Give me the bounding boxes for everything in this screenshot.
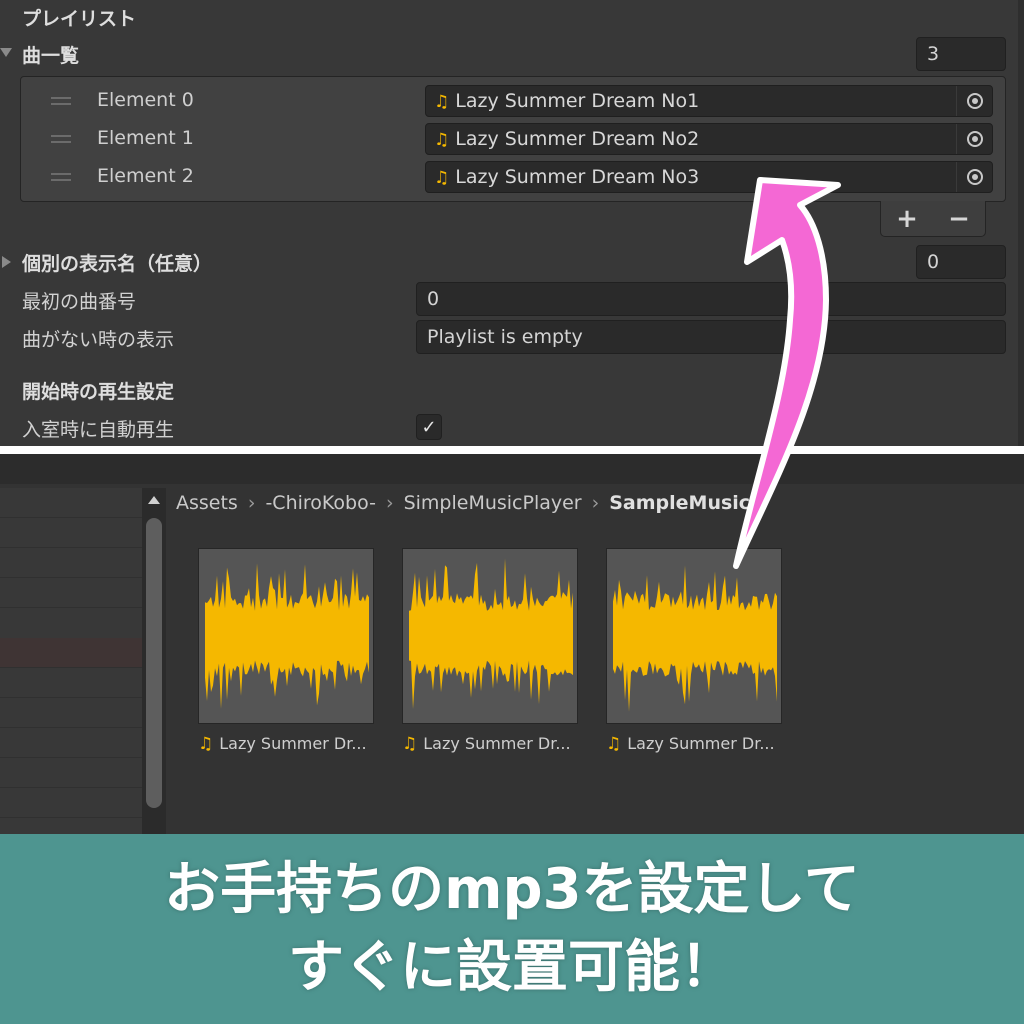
foldout-expanded-icon[interactable] — [0, 48, 12, 57]
first-track-field[interactable]: 0 — [416, 282, 1006, 316]
list-add-remove-footer: + − — [880, 201, 986, 237]
tree-row[interactable] — [0, 698, 142, 728]
asset-label: Lazy Summer Dr... — [219, 734, 367, 753]
music-note-icon: ♫ — [434, 130, 450, 150]
autoplay-checkbox[interactable]: ✓ — [416, 414, 442, 440]
songs-count-field[interactable]: 3 — [916, 37, 1006, 71]
element-label: Element 0 — [97, 89, 194, 111]
audio-asset-tile[interactable]: ♫ Lazy Summer Dr... — [402, 548, 578, 754]
audio-clip-field[interactable]: ♫ Lazy Summer Dream No1 — [425, 85, 993, 117]
foldout-collapsed-icon[interactable] — [2, 256, 11, 268]
drag-handle-icon[interactable] — [51, 97, 71, 105]
object-picker-button[interactable] — [956, 86, 992, 116]
audio-clip-name: Lazy Summer Dream No2 — [455, 128, 700, 150]
audio-clip-field[interactable]: ♫ Lazy Summer Dream No3 — [425, 161, 993, 193]
music-note-icon: ♫ — [434, 92, 450, 112]
breadcrumb-simplemusicplayer[interactable]: SimpleMusicPlayer — [404, 492, 582, 514]
drag-handle-icon[interactable] — [51, 135, 71, 143]
display-names-count-field[interactable]: 0 — [916, 245, 1006, 279]
project-toolbar — [0, 454, 1024, 484]
music-note-icon: ♫ — [434, 168, 450, 188]
display-names-label[interactable]: 個別の表示名（任意） — [22, 249, 212, 276]
tree-row[interactable] — [0, 758, 142, 788]
waveform-icon — [205, 563, 369, 709]
tree-row[interactable] — [0, 578, 142, 608]
element-label: Element 2 — [97, 165, 194, 187]
object-picker-icon — [966, 93, 983, 109]
breadcrumb-samplemusic[interactable]: SampleMusic — [609, 492, 750, 514]
audio-clip-name: Lazy Summer Dream No3 — [455, 166, 700, 188]
songs-list: Element 0 ♫ Lazy Summer Dream No1 Element… — [20, 76, 1006, 202]
object-picker-icon — [966, 169, 983, 185]
tree-scrollbar[interactable] — [142, 488, 166, 834]
project-panel: Assets › -ChiroKobo- › SimpleMusicPlayer › Sam… — [0, 454, 1024, 834]
chevron-right-icon: › — [385, 492, 394, 514]
audio-asset-tile[interactable]: ♫ Lazy Summer Dr... — [198, 548, 374, 754]
object-picker-button[interactable] — [956, 124, 992, 154]
tree-row[interactable] — [0, 788, 142, 818]
breadcrumb-assets[interactable]: Assets — [176, 492, 238, 514]
inspector-scrollbar[interactable] — [1018, 0, 1024, 446]
music-note-icon: ♫ — [402, 734, 418, 754]
waveform-shape — [205, 563, 369, 709]
audio-asset-tile[interactable]: ♫ Lazy Summer Dr... — [606, 548, 782, 754]
section-playlist-header: プレイリスト — [22, 8, 137, 30]
chevron-right-icon: › — [247, 492, 256, 514]
caption-line-1: お手持ちのmp3を設定して — [164, 857, 860, 922]
chevron-right-icon: › — [591, 492, 600, 514]
tree-row[interactable] — [0, 728, 142, 758]
inspector-panel: プレイリスト 曲一覧 3 Element 0 ♫ Lazy Summer Drea… — [0, 0, 1024, 446]
waveform-thumbnail[interactable] — [198, 548, 374, 724]
scrollbar-thumb[interactable] — [146, 518, 162, 808]
songs-list-label[interactable]: 曲一覧 — [22, 41, 79, 68]
panel-divider — [0, 446, 1024, 454]
caption-line-2: すぐに設置可能！ — [288, 935, 736, 1000]
tree-row-selected[interactable] — [0, 638, 142, 668]
empty-text-field[interactable]: Playlist is empty — [416, 320, 1006, 354]
waveform-shape — [409, 558, 573, 709]
drag-handle-icon[interactable] — [51, 173, 71, 181]
breadcrumb: Assets › -ChiroKobo- › SimpleMusicPlayer › Sam… — [176, 492, 750, 514]
audio-clip-field[interactable]: ♫ Lazy Summer Dream No2 — [425, 123, 993, 155]
music-note-icon: ♫ — [606, 734, 622, 754]
music-note-icon: ♫ — [198, 734, 214, 754]
scroll-up-arrow-icon[interactable] — [148, 496, 160, 504]
add-element-button[interactable]: + — [896, 206, 918, 232]
asset-label: Lazy Summer Dr... — [423, 734, 571, 753]
object-picker-button[interactable] — [956, 162, 992, 192]
element-label: Element 1 — [97, 127, 194, 149]
breadcrumb-chirokobo[interactable]: -ChiroKobo- — [265, 492, 376, 514]
empty-text-label: 曲がない時の表示 — [22, 329, 175, 351]
waveform-thumbnail[interactable] — [606, 548, 782, 724]
remove-element-button[interactable]: − — [948, 206, 970, 232]
waveform-icon — [409, 558, 573, 709]
folder-tree — [0, 488, 142, 834]
waveform-shape — [613, 565, 777, 712]
tree-row[interactable] — [0, 518, 142, 548]
section-playback-header: 開始時の再生設定 — [22, 381, 175, 403]
waveform-icon — [613, 565, 777, 712]
tree-row[interactable] — [0, 548, 142, 578]
asset-label: Lazy Summer Dr... — [627, 734, 775, 753]
audio-clip-name: Lazy Summer Dream No1 — [455, 90, 700, 112]
waveform-thumbnail[interactable] — [402, 548, 578, 724]
caption-banner: お手持ちのmp3を設定して すぐに設置可能！ — [0, 834, 1024, 1024]
autoplay-label: 入室時に自動再生 — [22, 419, 175, 441]
first-track-label: 最初の曲番号 — [22, 291, 137, 313]
tree-row[interactable] — [0, 488, 142, 518]
tree-row[interactable] — [0, 668, 142, 698]
object-picker-icon — [966, 131, 983, 147]
